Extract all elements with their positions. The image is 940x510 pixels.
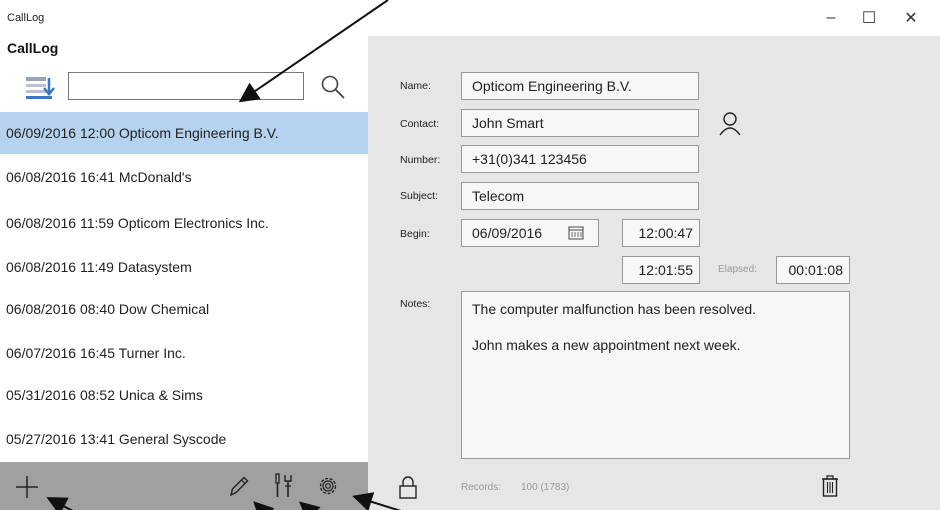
window-title: CallLog [7,12,45,24]
list-item[interactable]: 06/08/2016 16:41 McDonald's [0,156,368,198]
notes-label: Notes: [400,298,431,310]
app-title: CallLog [7,40,59,56]
lock-icon[interactable] [397,475,419,501]
person-icon[interactable] [718,110,742,136]
records-count: 100 (1783) [521,482,570,493]
records-label: Records: [461,482,502,493]
search-input[interactable] [68,72,304,100]
notes-field[interactable]: The computer malfunction has been resolv… [461,291,850,459]
list-item[interactable]: 05/31/2016 08:52 Unica & Sims [0,374,368,416]
begin-time-field[interactable]: 12:00:47 [622,219,700,247]
number-field[interactable]: +31(0)341 123456 [461,145,699,173]
list-item[interactable]: 06/08/2016 08:40 Dow Chemical [0,288,368,330]
subject-field[interactable]: Telecom [461,182,699,210]
search-icon[interactable] [320,74,346,100]
edit-icon[interactable] [228,474,250,498]
close-button[interactable]: ✕ [896,6,926,30]
contact-field[interactable]: John Smart [461,109,699,137]
elapsed-label: Elapsed: [718,264,757,275]
list-item[interactable]: 06/08/2016 11:59 Opticom Electronics Inc… [0,202,368,244]
begin-date-value: 06/09/2016 [472,225,543,241]
title-bar [0,0,940,36]
maximize-button[interactable]: ☐ [854,6,884,30]
begin-label: Begin: [400,228,430,240]
name-field[interactable]: Opticom Engineering B.V. [461,72,699,100]
minimize-button[interactable]: – [816,6,846,30]
contact-label: Contact: [400,118,440,130]
number-label: Number: [400,154,441,166]
settings-icon[interactable] [316,474,340,498]
delete-icon[interactable] [820,473,840,499]
list-item[interactable]: 06/09/2016 12:00 Opticom Engineering B.V… [0,112,368,154]
calendar-icon[interactable] [568,225,584,243]
tools-icon[interactable] [272,472,294,500]
list-item[interactable]: 06/07/2016 16:45 Turner Inc. [0,332,368,374]
list-item[interactable]: 05/27/2016 13:41 General Syscode [0,418,368,460]
notes-line: The computer malfunction has been resolv… [472,301,757,317]
notes-line: John makes a new appointment next week. [472,337,741,353]
begin-date-picker[interactable]: 06/09/2016 [461,219,599,247]
command-bar [0,462,368,510]
add-icon[interactable] [14,474,40,500]
list-item[interactable]: 06/08/2016 11:49 Datasystem [0,246,368,288]
subject-label: Subject: [400,190,438,202]
name-label: Name: [400,80,431,92]
elapsed-field: 00:01:08 [776,256,850,284]
sort-icon[interactable] [24,74,56,100]
end-time-field[interactable]: 12:01:55 [622,256,700,284]
